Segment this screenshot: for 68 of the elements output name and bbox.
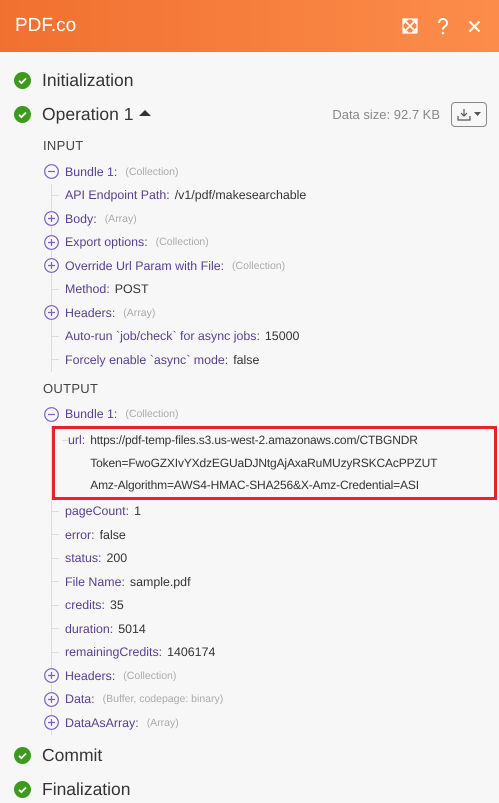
field-label: remainingCredits: [65,645,162,660]
field-label: Headers: [65,668,116,683]
type-hint: (Collection) [125,166,178,178]
field-value: false [233,352,260,367]
caret-down-icon [474,112,481,116]
field-label: Bundle 1: [65,407,118,422]
field-label: Override Url Param with File: [65,258,224,273]
close-icon[interactable] [468,20,481,32]
field-label: DataAsArray: [65,716,139,730]
field-label: url: [68,432,86,449]
field-value: sample.pdf [130,574,191,589]
field-label: Method: [65,282,110,296]
expand-icon[interactable] [44,211,59,226]
field-label: Forcely enable `async` mode: [65,352,228,367]
field-label: File Name: [65,574,125,589]
field-label: Body: [65,212,97,226]
field-value: 1 [134,504,141,518]
collapse-icon[interactable] [44,406,59,422]
expand-icon[interactable] [44,305,59,320]
expand-icon[interactable] [44,258,59,274]
field-label: Export options: [65,235,148,250]
field-label: API Endpoint Path: [65,188,170,202]
field-value: POST [114,282,149,296]
collapse-icon[interactable] [44,164,59,180]
type-hint: (Buffer, codepage: binary) [102,693,224,706]
download-button[interactable] [451,102,487,126]
expand-icon[interactable] [44,692,59,707]
type-hint: (Array) [146,716,179,729]
stage-name[interactable]: Operation 1 [42,104,134,124]
section-heading: INPUT [43,137,84,155]
field-value: 15000 [264,329,300,344]
field-value: https://pdf-temp-files.s3.us-west-2.amazonaws.com/CTBGNDR [90,432,419,449]
field-label: status: [65,551,102,566]
expand-icon[interactable] [44,668,59,684]
stage-name[interactable]: Commit [42,745,102,766]
field-label: Data: [65,692,95,706]
expand-icon[interactable] [44,234,59,250]
stage-name[interactable]: Finalization [42,779,131,800]
field-value: 200 [106,551,128,566]
type-hint: (Array) [104,212,137,225]
type-hint: (Collection) [125,408,178,420]
field-value: /v1/pdf/makesearchable [174,188,306,202]
field-label: pageCount: [65,504,130,518]
type-hint: (Collection) [123,670,176,682]
expand-icon[interactable] [44,715,59,730]
data-size: Data size: 92.7 KB [332,106,440,122]
type-hint: (Collection) [156,236,209,248]
field-label: Bundle 1: [65,164,118,179]
field-label: error: [65,528,95,542]
stage-name[interactable]: Initialization [42,70,134,90]
field-value: Amz-Algorithm=AWS4-HMAC-SHA256&X-Amz-Credential=ASI [90,477,420,494]
field-value: 5014 [118,622,146,636]
field-label: Auto-run `job/check` for async jobs: [65,329,260,344]
fullscreen-icon[interactable] [402,18,418,34]
type-hint: (Collection) [232,260,286,272]
caret-up-icon[interactable] [139,108,152,116]
help-icon[interactable] [437,18,449,34]
field-value: 1406174 [167,645,216,660]
section-heading: OUTPUT [43,380,100,398]
field-label: duration: [65,622,114,636]
field-label: credits: [65,598,105,612]
field-value: false [100,528,126,542]
field-value: 35 [110,598,124,612]
panel-title: PDF.co [15,15,78,37]
type-hint: (Array) [123,306,156,319]
download-icon [457,108,471,120]
field-value: Token=FwoGZXIvYXdzEGUaDJNtgAjAxaRuMUzyRSKCAcPPZUT [90,454,438,472]
field-label: Headers: [65,306,116,320]
